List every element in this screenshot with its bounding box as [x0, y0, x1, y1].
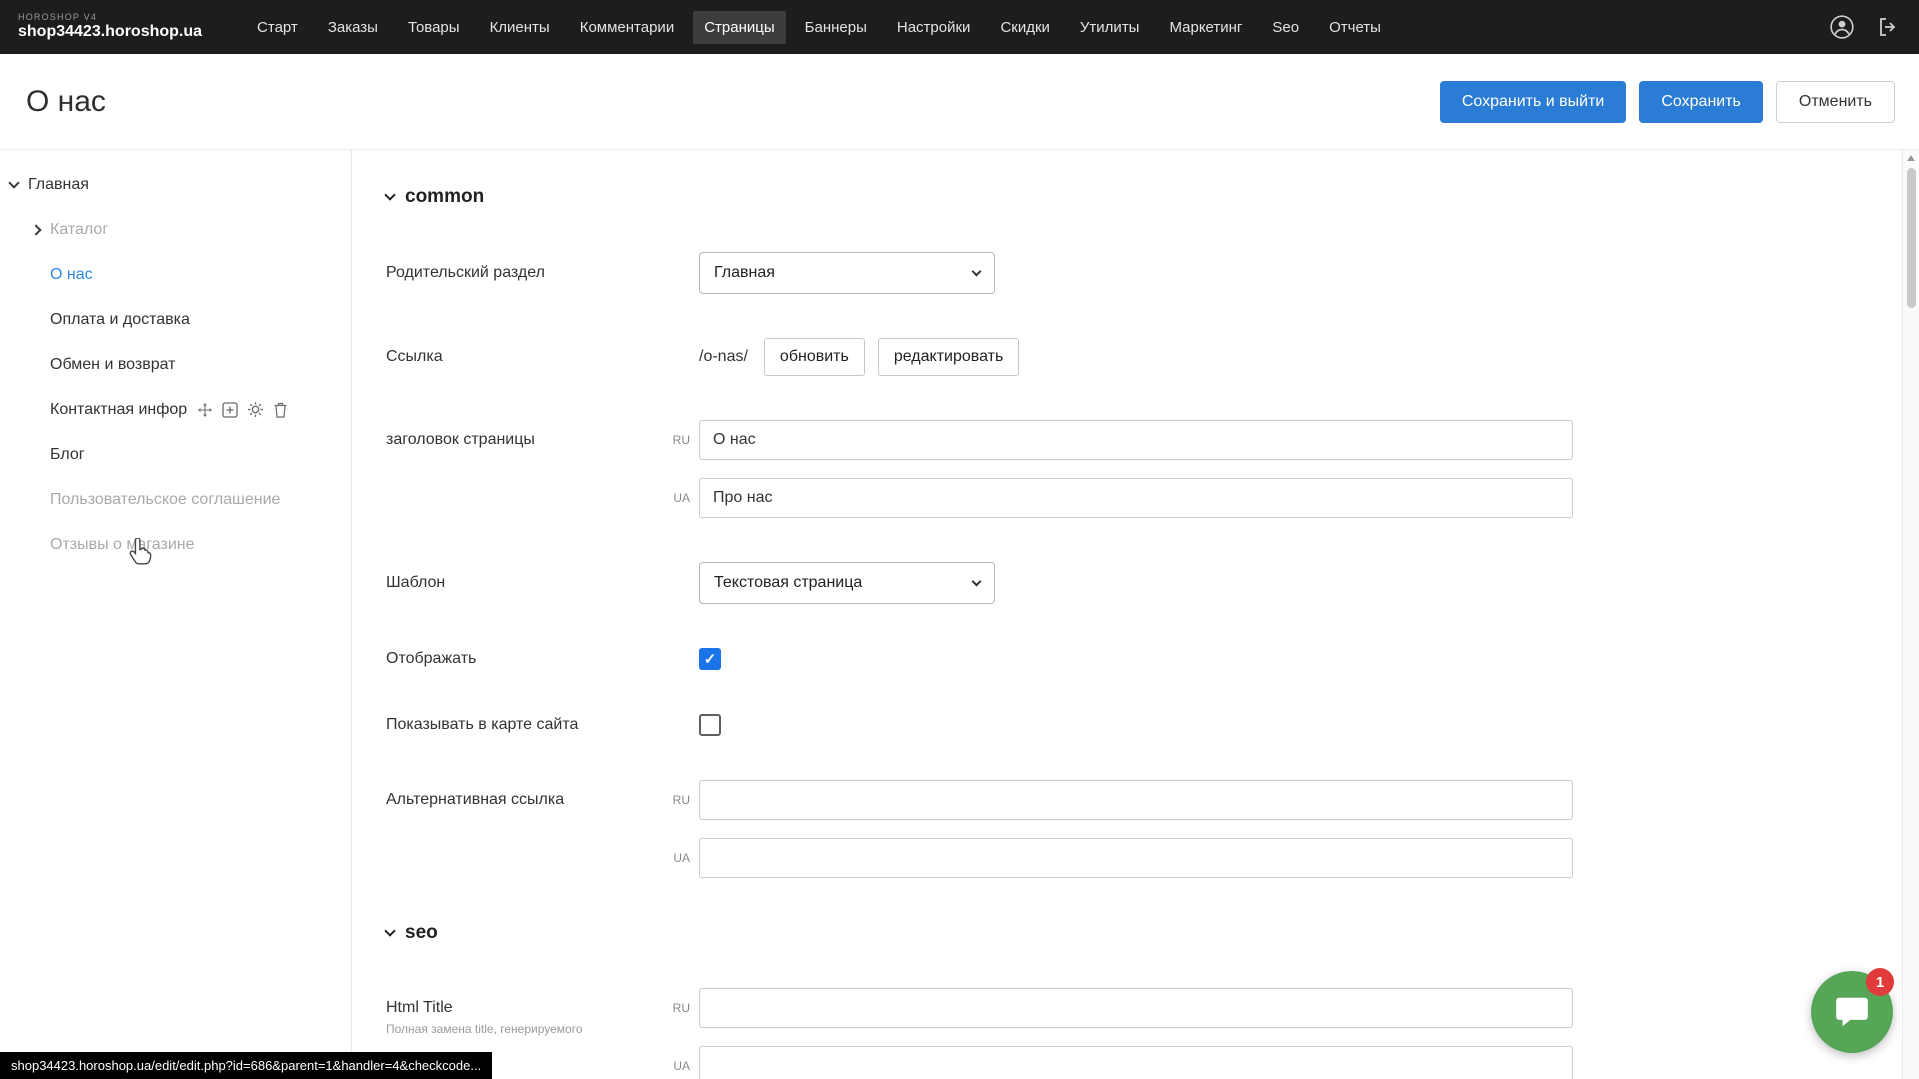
sidebar-item-payment-delivery[interactable]: Оплата и доставка — [0, 297, 351, 342]
logo[interactable]: HOROSHOP V4 shop34423.horoshop.ua — [18, 13, 202, 40]
link-label: Ссылка — [386, 348, 656, 366]
top-menu: Старт Заказы Товары Клиенты Комментарии … — [246, 11, 1392, 44]
logo-shop-name: shop34423.horoshop.ua — [18, 23, 202, 41]
display-label: Отображать — [386, 650, 656, 668]
html-title-hint: Полная замена title, генерируемого — [386, 1022, 656, 1038]
section-collapse-icon[interactable] — [384, 925, 395, 936]
lang-ru-badge: RU — [656, 988, 699, 1028]
menu-pages[interactable]: Страницы — [693, 11, 785, 44]
link-edit-button[interactable]: редактировать — [878, 338, 1019, 376]
check-icon: ✓ — [704, 650, 717, 668]
html-title-ua-input[interactable] — [699, 1046, 1573, 1079]
menu-clients[interactable]: Клиенты — [479, 11, 561, 44]
menu-marketing[interactable]: Маркетинг — [1158, 11, 1253, 44]
vertical-scrollbar[interactable] — [1902, 150, 1919, 1079]
chevron-right-icon[interactable] — [30, 224, 41, 235]
page-edit-form: common Родительский раздел Главная Ссылк… — [352, 150, 1919, 1079]
display-checkbox[interactable]: ✓ — [699, 648, 721, 670]
chevron-down-icon — [972, 576, 982, 586]
page-title: О нас — [26, 85, 106, 119]
link-path: /o-nas/ — [699, 348, 748, 366]
menu-comments[interactable]: Комментарии — [569, 11, 685, 44]
page-header: О нас Сохранить и выйти Сохранить Отмени… — [0, 54, 1919, 150]
parent-section-label: Родительский раздел — [386, 264, 656, 282]
section-collapse-icon[interactable] — [384, 189, 395, 200]
sidebar-item-blog[interactable]: Блог — [0, 432, 351, 477]
logout-icon[interactable] — [1875, 14, 1901, 40]
sidebar-item-contact-info[interactable]: Контактная инфор — [0, 387, 351, 432]
delete-icon[interactable] — [273, 402, 288, 418]
sidebar-item-exchange-return[interactable]: Обмен и возврат — [0, 342, 351, 387]
page-title-label: заголовок страницы — [386, 420, 656, 460]
chat-unread-badge: 1 — [1866, 968, 1894, 996]
section-common[interactable]: common — [386, 186, 1919, 208]
sidebar-item-user-agreement[interactable]: Пользовательское соглашение — [0, 477, 351, 522]
menu-utilities[interactable]: Утилиты — [1069, 11, 1151, 44]
logo-version: HOROSHOP V4 — [18, 13, 202, 23]
chevron-down-icon[interactable] — [8, 177, 19, 188]
menu-banners[interactable]: Баннеры — [794, 11, 878, 44]
tree-row-actions — [197, 401, 288, 418]
lang-ua-badge: UA — [656, 1046, 699, 1079]
chat-widget-button[interactable]: 1 — [1811, 971, 1893, 1053]
menu-settings[interactable]: Настройки — [886, 11, 982, 44]
sidebar-item-about[interactable]: О нас — [0, 252, 351, 297]
chat-bubble-icon — [1833, 993, 1871, 1031]
cancel-button[interactable]: Отменить — [1776, 81, 1895, 123]
scroll-up-icon[interactable] — [1907, 155, 1915, 161]
sidebar-item-catalog[interactable]: Каталог — [0, 207, 351, 252]
template-select[interactable]: Текстовая страница — [699, 562, 995, 604]
page-title-ua-input[interactable] — [699, 478, 1573, 518]
chevron-down-icon — [972, 266, 982, 276]
settings-icon[interactable] — [247, 401, 264, 418]
sidebar-item-store-reviews[interactable]: Отзывы о магазине — [0, 522, 351, 567]
alt-link-ua-input[interactable] — [699, 838, 1573, 878]
link-update-button[interactable]: обновить — [764, 338, 865, 376]
template-label: Шаблон — [386, 574, 656, 592]
menu-discounts[interactable]: Скидки — [989, 11, 1060, 44]
parent-section-select[interactable]: Главная — [699, 252, 995, 294]
pages-tree-sidebar: Главная Каталог О нас Оплата и доставка … — [0, 150, 352, 1079]
add-icon[interactable] — [222, 402, 238, 418]
lang-ua-badge: UA — [656, 478, 699, 518]
html-title-ru-input[interactable] — [699, 988, 1573, 1028]
sitemap-label: Показывать в карте сайта — [386, 716, 656, 734]
menu-orders[interactable]: Заказы — [317, 11, 389, 44]
menu-products[interactable]: Товары — [397, 11, 471, 44]
move-icon[interactable] — [197, 402, 213, 418]
sidebar-item-home[interactable]: Главная — [0, 162, 351, 207]
scrollbar-thumb[interactable] — [1907, 168, 1916, 308]
alt-link-label: Альтернативная ссылка — [386, 780, 656, 820]
sitemap-checkbox[interactable] — [699, 714, 721, 736]
lang-ru-badge: RU — [656, 420, 699, 460]
menu-seo[interactable]: Seo — [1261, 11, 1310, 44]
link-preview-statusbar: shop34423.horoshop.ua/edit/edit.php?id=6… — [0, 1052, 492, 1079]
lang-ru-badge: RU — [656, 780, 699, 820]
page-title-ru-input[interactable] — [699, 420, 1573, 460]
section-seo[interactable]: seo — [386, 922, 1919, 944]
menu-reports[interactable]: Отчеты — [1318, 11, 1392, 44]
account-icon[interactable] — [1829, 14, 1855, 40]
menu-start[interactable]: Старт — [246, 11, 309, 44]
topbar: HOROSHOP V4 shop34423.horoshop.ua Старт … — [0, 0, 1919, 54]
lang-ua-badge: UA — [656, 838, 699, 878]
save-and-exit-button[interactable]: Сохранить и выйти — [1440, 81, 1627, 123]
save-button[interactable]: Сохранить — [1639, 81, 1763, 123]
alt-link-ru-input[interactable] — [699, 780, 1573, 820]
